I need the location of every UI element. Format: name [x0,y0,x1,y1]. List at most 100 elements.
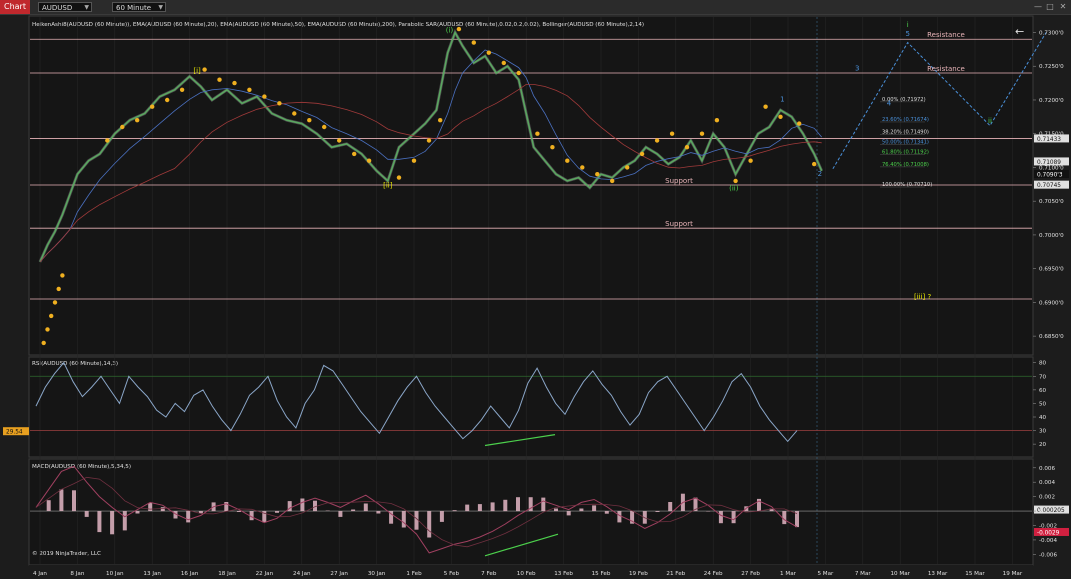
macd-histogram-bar [541,497,546,511]
macd-histogram-bar [363,503,368,512]
x-tick-label: 1 Feb [406,571,422,577]
y-tick-label: 50 [1039,401,1047,407]
x-tick-label: 1 Mar [780,571,797,577]
macd-histogram-bar [731,511,736,524]
macd-panel [28,458,1034,566]
x-tick-label: 15 Feb [592,571,611,577]
macd-histogram-bar [338,511,343,517]
psar-dot [639,151,645,157]
fib-level-label: 76.40% (0.71008) [882,162,929,168]
x-tick-label: 27 Jan [330,571,348,577]
macd-histogram-bar [579,508,584,512]
psar-dot [714,118,720,123]
x-tick-label: 19 Feb [629,571,648,577]
psar-dot [49,313,54,319]
wave-label: (ii) [729,184,739,192]
macd-histogram-bar [401,511,406,528]
psar-dot [669,131,675,136]
macd-histogram-bar [554,508,558,512]
x-tick-label: 24 Feb [704,571,723,577]
price-badge-text: 0.7090'3 [1037,172,1063,178]
psar-dot [41,340,46,346]
psar-dot [202,67,207,72]
psar-dot [262,94,267,99]
y-tick-label: 80 [1039,361,1047,367]
x-tick-label: 13 Mar [928,571,948,577]
x-tick-label: 30 Jan [368,571,386,577]
maximize-icon[interactable]: □ [1045,1,1055,12]
wave-label: 2 [818,170,822,178]
macd-histogram-bar [300,498,305,512]
macd-histogram-bar [148,503,153,511]
psar-dot [516,70,521,76]
y-tick-label: 0.006 [1039,466,1055,472]
macd-label: MACD(AUDUSD (60 Minute),5,34,5) [32,464,131,470]
macd-histogram-bar [465,504,470,512]
copyright-text: © 2019 NinjaTrader, LLC [32,550,101,557]
psar-dot [699,131,705,136]
minimize-icon[interactable]: — [1033,1,1043,12]
y-tick-label: 20 [1039,442,1047,448]
macd-histogram-bar [97,511,102,533]
x-tick-label: 15 Mar [965,571,985,577]
wave-label: [i] [193,67,201,75]
x-tick-label: 24 Jan [293,571,311,577]
macd-histogram-bar [122,511,127,531]
psar-dot [396,175,402,180]
instrument-selector[interactable]: AUDUSD ▼ [38,2,92,12]
x-tick-label: 10 Mar [890,571,910,577]
x-tick-label: 19 Mar [1003,571,1023,577]
psar-dot [352,151,357,157]
chart-canvas: HeikenAshi8(AUDUSD (60 Minute)), EMA(AUD… [3,15,1069,579]
close-icon[interactable]: ✕ [1058,1,1068,12]
psar-dot [654,138,660,143]
y-tick-label: 0.7200'0 [1039,98,1064,104]
wave-label: (i) [446,27,454,35]
interval-selector[interactable]: 60 Minute ▼ [112,2,166,12]
macd-histogram-bar [452,510,457,512]
wave-label: 5 [905,30,909,38]
macd-histogram-bar [160,507,165,512]
psar-dot [580,165,585,170]
psar-dot [550,145,555,150]
psar-dot [625,165,630,170]
macd-histogram-bar [617,511,622,523]
psar-dot [179,87,185,93]
x-tick-label: 7 Mar [855,571,872,577]
fib-level-label: 23.60% (0.71674) [882,117,929,123]
wave-label: [ii] [383,182,393,190]
macd-histogram-bar [351,509,356,511]
psar-dot [105,138,110,143]
interval-value: 60 Minute [116,4,152,12]
x-tick-label: 5 Mar [817,571,834,577]
rsi-label: RSI(AUDUSD (60 Minute),14,3) [32,361,118,367]
y-tick-label: 0.6850'0 [1039,334,1064,340]
y-tick-label: 70 [1039,374,1047,380]
psar-dot [247,87,252,93]
psar-dot [812,161,817,167]
macd-histogram-bar [604,511,609,514]
y-tick-label: 60 [1039,388,1047,394]
indicators-label: HeikenAshi8(AUDUSD (60 Minute)), EMA(AUD… [32,22,644,28]
macd-histogram-bar [84,511,89,517]
toolbar: Chart AUDUSD ▼ 60 Minute ▼ — □ ✕ [0,0,1071,15]
level-label: Support [665,177,693,185]
y-tick-label: 0 [1039,509,1043,515]
psar-dot [426,138,432,143]
fib-level-label: 38.20% (0.71490) [882,129,929,135]
psar-dot [366,158,372,163]
psar-dot [438,118,443,123]
psar-dot [135,118,140,123]
chart-menu-button[interactable]: Chart [0,0,30,14]
psar-dot [277,101,282,106]
macd-histogram-bar [477,504,482,511]
y-tick-label: -0.002 [1039,523,1057,529]
psar-dot [60,273,65,278]
back-arrow-icon[interactable]: ← [1015,25,1024,38]
y-tick-label: 0.6950'0 [1039,267,1064,273]
level-label: Resistance [927,31,965,39]
chevron-down-icon: ▼ [158,4,163,11]
y-tick-label: 0.6900'0 [1039,300,1064,306]
psar-dot [501,60,506,66]
wave-label: 4 [887,99,892,107]
